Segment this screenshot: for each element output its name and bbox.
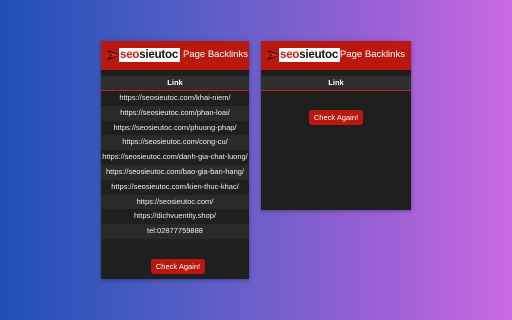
- logo-text-seo: seo: [280, 49, 300, 61]
- link-row[interactable]: https://seosieutoc.com/bao-gia-ban-hang/: [101, 164, 249, 180]
- logo-text-sieutoc: sieutoc: [299, 49, 339, 61]
- page-title: Page Backlinks: [183, 49, 248, 60]
- link-row[interactable]: https://seosieutoc.com/kien-thuc-khac/: [101, 179, 249, 195]
- seosieutoc-logo: seosieutoc: [107, 47, 181, 63]
- logo-text-sieutoc: sieutoc: [139, 49, 179, 61]
- link-column-header: Link: [101, 76, 249, 91]
- link-row[interactable]: https://seosieutoc.com/danh-gia-chat-luo…: [101, 150, 249, 165]
- logo-text-seo: seo: [120, 49, 140, 61]
- link-row[interactable]: https://dichvuentity.shop/: [101, 209, 249, 225]
- link-column-header: Link: [261, 76, 411, 91]
- link-row[interactable]: https://seosieutoc.com/khai-niem/: [101, 91, 249, 106]
- page-title: Page Backlinks: [340, 49, 405, 60]
- link-list: https://seosieutoc.com/khai-niem/ https:…: [101, 91, 249, 239]
- panel-header: seosieutoc Page Backlinks: [101, 41, 249, 70]
- seosieutoc-logo: seosieutoc: [267, 47, 341, 63]
- check-again-button[interactable]: Check Again!: [309, 110, 363, 125]
- link-row[interactable]: https://seosieutoc.com/cong-cu/: [101, 135, 249, 151]
- link-row[interactable]: https://seosieutoc.com/phan-loai/: [101, 105, 249, 121]
- link-row[interactable]: https://seosieutoc.com/phuong-phap/: [101, 120, 249, 136]
- panel-header: seosieutoc Page Backlinks: [261, 41, 411, 70]
- link-row[interactable]: tel:02877759888: [101, 224, 249, 239]
- check-again-button[interactable]: Check Again!: [151, 259, 205, 274]
- backlinks-panel-right: seosieutoc Page Backlinks Link Check Aga…: [261, 41, 411, 210]
- link-row[interactable]: https://seosieutoc.com/: [101, 194, 249, 210]
- backlinks-panel-left: seosieutoc Page Backlinks Link https://s…: [101, 41, 249, 279]
